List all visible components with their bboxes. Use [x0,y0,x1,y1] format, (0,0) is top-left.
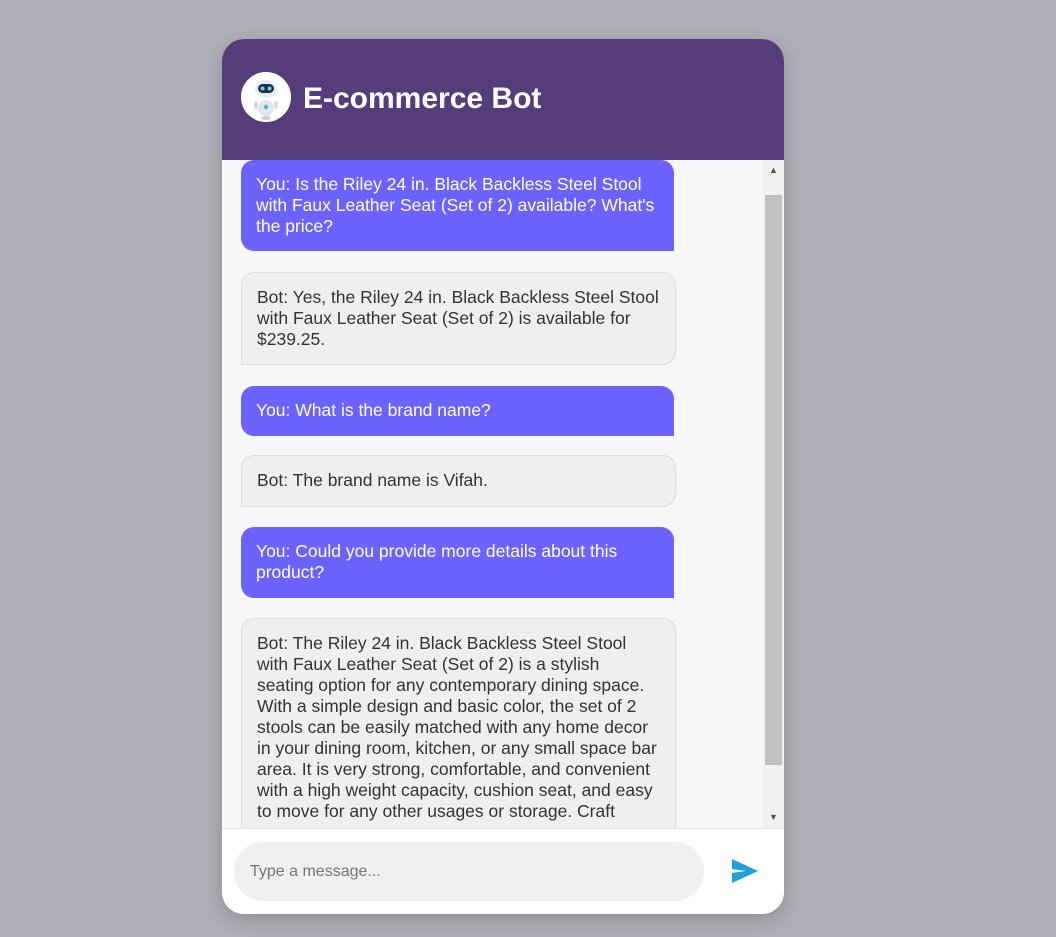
user-message: You: What is the brand name? [241,386,674,436]
robot-icon [241,72,291,122]
message-input[interactable] [234,842,704,901]
bot-avatar [241,72,291,122]
bot-message: Bot: The brand name is Vifah. [241,455,676,507]
message-scrollbar[interactable]: ▲ ▼ [763,160,784,828]
send-button[interactable] [725,854,765,890]
user-message: You: Could you provide more details abou… [241,527,674,598]
bot-message: Bot: The Riley 24 in. Black Backless Ste… [241,618,676,828]
chat-title: E-commerce Bot [303,82,542,115]
bot-message: Bot: Yes, the Riley 24 in. Black Backles… [241,272,676,365]
chat-header: E-commerce Bot [222,39,784,160]
scroll-up-icon[interactable]: ▲ [763,160,784,181]
message-list[interactable]: You: Is the Riley 24 in. Black Backless … [222,160,763,828]
scroll-thumb[interactable] [765,195,782,765]
scroll-down-icon[interactable]: ▼ [763,807,784,828]
chat-window: E-commerce Bot You: Is the Riley 24 in. … [222,39,784,914]
input-bar [222,828,784,914]
send-icon [732,858,758,883]
user-message: You: Is the Riley 24 in. Black Backless … [241,160,674,251]
